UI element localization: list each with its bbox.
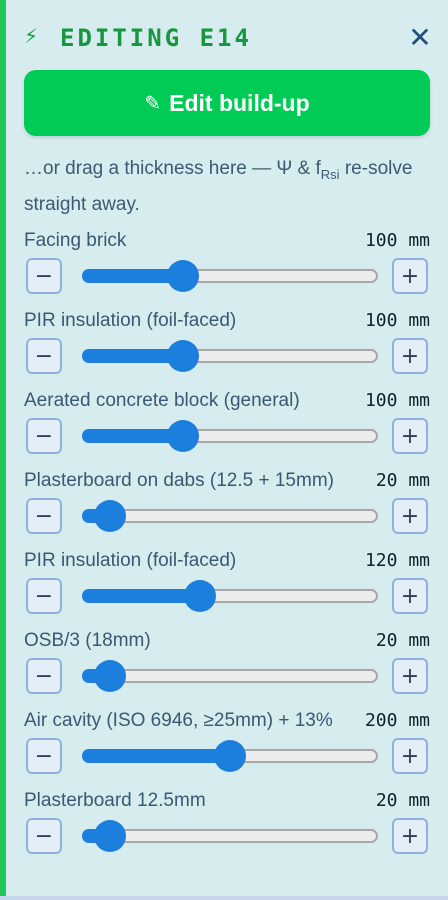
hint-subscript: Rsi [320,167,340,182]
slider-thumb[interactable] [214,740,246,772]
slider-thumb[interactable] [184,580,216,612]
layer-thickness-value: 20 mm [373,630,430,651]
layer-thickness-value: 20 mm [373,790,430,811]
layer-name: Air cavity (ISO 6946, ≥25mm) + 13% [24,710,333,731]
slider-thumb[interactable] [94,820,126,852]
drag-hint: …or drag a thickness here — Ψ & fRsi re-… [24,154,424,220]
hint-text-start: …or drag a thickness here — Ψ & f [24,158,321,179]
thickness-slider[interactable] [82,340,378,372]
thickness-slider[interactable] [82,740,378,772]
layer-thickness-value: 120 mm [362,550,430,571]
edit-build-up-label: Edit build-up [169,89,310,116]
layer-row: PIR insulation (foil-faced) 100 mm − + [24,310,430,380]
decrease-thickness-button[interactable]: − [26,258,62,294]
slider-track [82,669,378,683]
panel-bottom-border [0,896,448,900]
panel-title: EDITING E14 [60,24,252,52]
slider-thumb[interactable] [167,340,199,372]
slider-thumb[interactable] [167,260,199,292]
thickness-slider[interactable] [82,420,378,452]
close-icon[interactable]: ✕ [406,22,434,54]
slider-thumb[interactable] [94,660,126,692]
increase-thickness-button[interactable]: + [392,338,428,374]
layer-thickness-value: 100 mm [362,390,430,411]
slider-track [82,509,378,523]
increase-thickness-button[interactable]: + [392,738,428,774]
layer-thickness-value: 100 mm [362,310,430,331]
layer-name: PIR insulation (foil-faced) [24,310,237,331]
decrease-thickness-button[interactable]: − [26,738,62,774]
thickness-slider[interactable] [82,660,378,692]
layer-row: OSB/3 (18mm) 20 mm − + [24,630,430,700]
layer-name: OSB/3 (18mm) [24,630,151,651]
slider-fill [82,589,200,603]
decrease-thickness-button[interactable]: − [26,498,62,534]
slider-thumb[interactable] [167,420,199,452]
increase-thickness-button[interactable]: + [392,498,428,534]
layer-name: Aerated concrete block (general) [24,390,300,411]
layer-row: PIR insulation (foil-faced) 120 mm − + [24,550,430,620]
layer-name: Plasterboard 12.5mm [24,790,206,811]
layer-thickness-value: 20 mm [373,470,430,491]
slider-track [82,829,378,843]
layer-row: Plasterboard on dabs (12.5 + 15mm) 20 mm −… [24,470,430,540]
slider-thumb[interactable] [94,500,126,532]
layer-row: Aerated concrete block (general) 100 mm − + [24,390,430,460]
pencil-icon: ✎ [144,91,162,115]
thickness-slider[interactable] [82,580,378,612]
decrease-thickness-button[interactable]: − [26,578,62,614]
edit-build-up-button[interactable]: ✎ Edit build-up [24,70,430,136]
decrease-thickness-button[interactable]: − [26,818,62,854]
decrease-thickness-button[interactable]: − [26,418,62,454]
thickness-slider[interactable] [82,500,378,532]
thickness-slider[interactable] [82,820,378,852]
panel-header: ⚡ EDITING E14 ✕ [24,22,434,54]
layer-name: PIR insulation (foil-faced) [24,550,237,571]
thickness-slider[interactable] [82,260,378,292]
layer-thickness-value: 100 mm [362,230,430,251]
layer-name: Plasterboard on dabs (12.5 + 15mm) [24,470,334,491]
slider-fill [82,749,230,763]
increase-thickness-button[interactable]: + [392,258,428,294]
increase-thickness-button[interactable]: + [392,658,428,694]
editing-panel: ⚡ EDITING E14 ✕ ✎ Edit build-up …or drag… [0,0,448,896]
layer-row: Plasterboard 12.5mm 20 mm − + [24,790,430,860]
layer-thickness-value: 200 mm [362,710,430,731]
increase-thickness-button[interactable]: + [392,578,428,614]
decrease-thickness-button[interactable]: − [26,338,62,374]
increase-thickness-button[interactable]: + [392,418,428,454]
decrease-thickness-button[interactable]: − [26,658,62,694]
layer-name: Facing brick [24,230,127,251]
layer-row: Facing brick 100 mm − + [24,230,430,300]
layer-row: Air cavity (ISO 6946, ≥25mm) + 13% 200 mm… [24,710,430,780]
lightning-bolt-icon: ⚡ [24,24,39,48]
increase-thickness-button[interactable]: + [392,818,428,854]
